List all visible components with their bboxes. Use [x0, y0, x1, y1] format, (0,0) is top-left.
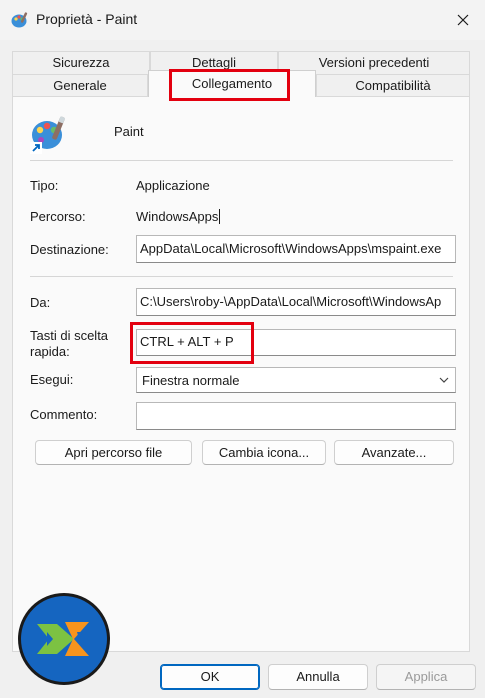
tipo-label: Tipo:: [30, 178, 59, 193]
da-field[interactable]: C:\Users\roby-\AppData\Local\Microsoft\W…: [136, 288, 456, 316]
advanced-button[interactable]: Avanzate...: [334, 440, 454, 465]
tab-compatibilita[interactable]: Compatibilità: [316, 74, 470, 97]
brand-logo: [18, 593, 110, 685]
divider: [30, 160, 453, 161]
close-button[interactable]: [447, 4, 479, 36]
paint-app-icon: [30, 116, 65, 154]
tipo-value: Applicazione: [136, 178, 210, 193]
open-file-location-button[interactable]: Apri percorso file: [35, 440, 192, 465]
commento-field[interactable]: [136, 402, 456, 430]
esegui-select[interactable]: Finestra normale: [136, 367, 456, 393]
window-title: Proprietà - Paint: [36, 11, 138, 27]
esegui-selected-value: Finestra normale: [142, 373, 240, 388]
esegui-label: Esegui:: [30, 372, 74, 387]
title-bar: Proprietà - Paint: [0, 0, 485, 40]
app-name: Paint: [114, 124, 144, 139]
destinazione-label: Destinazione:: [30, 242, 109, 257]
tab-generale[interactable]: Generale: [12, 74, 148, 97]
percorso-value: WindowsApps: [136, 209, 221, 224]
chevron-down-icon: [439, 377, 449, 383]
divider: [30, 276, 453, 277]
tab-collegamento[interactable]: Collegamento: [148, 70, 316, 97]
paint-app-icon: [11, 12, 28, 28]
ok-button[interactable]: OK: [160, 664, 260, 690]
destinazione-field[interactable]: AppData\Local\Microsoft\WindowsApps\mspa…: [136, 235, 456, 263]
tasti-label-line2: rapida:: [30, 344, 70, 359]
cancel-button[interactable]: Annulla: [268, 664, 368, 690]
close-icon: [457, 14, 469, 26]
apply-button[interactable]: Applica: [376, 664, 476, 690]
tab-sicurezza[interactable]: Sicurezza: [12, 51, 150, 74]
commento-label: Commento:: [30, 407, 98, 422]
da-label: Da:: [30, 295, 51, 310]
tasti-label-line1: Tasti di scelta: [30, 328, 109, 343]
percorso-label: Percorso:: [30, 209, 86, 224]
shortcut-key-field[interactable]: CTRL + ALT + P: [136, 329, 456, 356]
change-icon-button[interactable]: Cambia icona...: [202, 440, 326, 465]
